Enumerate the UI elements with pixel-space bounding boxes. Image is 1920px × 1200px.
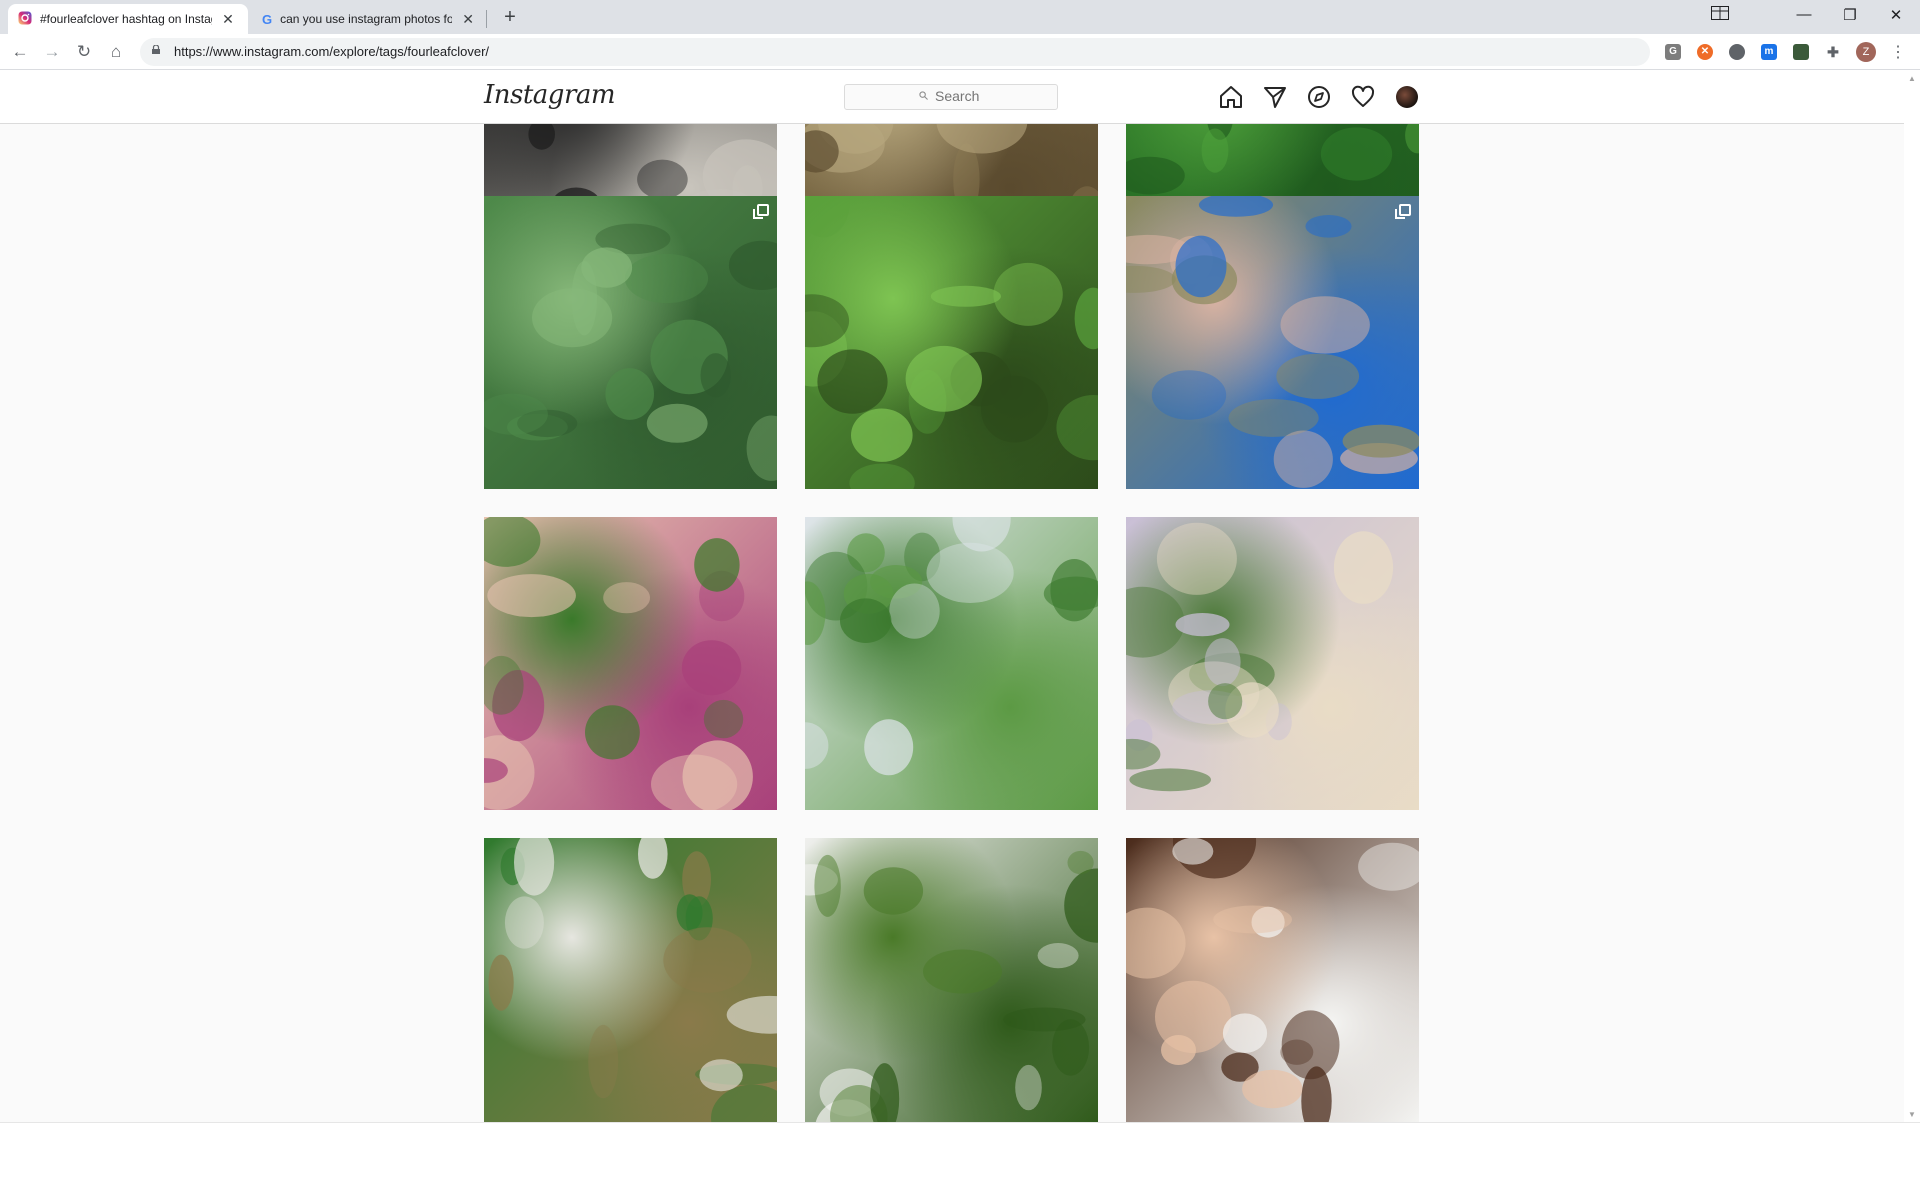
carousel-indicator-icon <box>753 204 769 219</box>
instagram-header: Instagram <box>0 70 1904 124</box>
hashtag-post-grid <box>0 124 1904 1122</box>
reload-icon[interactable]: ↻ <box>72 40 96 64</box>
post-clovers-in-hand[interactable] <box>484 517 777 810</box>
carousel-indicator-icon <box>1395 204 1411 219</box>
google-icon: G <box>262 11 273 27</box>
extension-icon-circle[interactable] <box>1729 44 1745 60</box>
browser-toolbar: ← → ↻ ⌂ https://www.instagram.com/explor… <box>0 34 1920 70</box>
explore-icon[interactable] <box>1306 84 1332 110</box>
post-image <box>1126 522 1394 792</box>
browser-menu-icon[interactable]: ⋮ <box>1890 42 1906 62</box>
scrollbar-thumb[interactable] <box>1908 110 1916 1030</box>
home-icon[interactable] <box>1218 84 1244 110</box>
search-box[interactable] <box>844 84 1058 110</box>
restore-button[interactable]: ❐ <box>1838 6 1862 24</box>
post-image <box>484 517 753 810</box>
tab-title: #fourleafclover hashtag on Instagram <box>40 12 212 26</box>
post-image <box>805 850 1098 1122</box>
profile-avatar[interactable] <box>1396 86 1418 108</box>
new-tab-button[interactable]: + <box>498 6 522 29</box>
search-icon <box>919 91 928 100</box>
grammarly-extension-icon[interactable]: G <box>1665 44 1681 60</box>
post-clover-patch[interactable] <box>484 196 777 489</box>
tab-divider <box>486 10 487 28</box>
extension-icon-blue[interactable]: m <box>1761 44 1777 60</box>
post-image <box>484 223 777 481</box>
post-image <box>1126 838 1419 1122</box>
tab-search-icon[interactable] <box>1708 6 1732 24</box>
post-clover-in-palm[interactable] <box>1126 517 1419 810</box>
url-text: https://www.instagram.com/explore/tags/f… <box>174 44 490 59</box>
minimize-button[interactable]: — <box>1792 6 1816 23</box>
activity-heart-icon[interactable] <box>1350 84 1376 110</box>
post-clovers-on-white[interactable] <box>805 517 1098 810</box>
post-image <box>805 517 1098 776</box>
lock-icon <box>152 45 160 54</box>
post-clover-leaves[interactable] <box>805 196 1098 489</box>
extensions-puzzle-icon[interactable]: ✚ <box>1825 44 1841 60</box>
close-tab-icon[interactable]: ✕ <box>460 11 476 28</box>
post-clover-bouquet[interactable] <box>484 838 777 1122</box>
search-input[interactable] <box>935 88 1045 104</box>
instagram-logo[interactable]: Instagram <box>484 80 616 110</box>
scroll-up-arrow-icon[interactable]: ▲ <box>1908 74 1916 83</box>
tab-instagram[interactable]: #fourleafclover hashtag on Instagram ✕ <box>8 4 248 34</box>
post-image <box>1126 196 1419 488</box>
tab-title: can you use instagram photos for <box>280 12 453 26</box>
address-bar[interactable]: https://www.instagram.com/explore/tags/f… <box>140 38 1650 66</box>
page-scrollbar[interactable]: ▲ ▼ <box>1904 70 1920 1122</box>
home-button-icon[interactable]: ⌂ <box>104 40 128 64</box>
post-image <box>805 196 1098 489</box>
scroll-down-arrow-icon[interactable]: ▼ <box>1908 1110 1916 1119</box>
direct-icon[interactable] <box>1262 84 1288 110</box>
post-clover-large-leaf[interactable] <box>805 838 1098 1122</box>
profile-avatar-button[interactable]: Z <box>1856 42 1876 62</box>
window-bottom-area <box>0 1122 1920 1200</box>
post-clover-pendant[interactable] <box>1126 838 1419 1122</box>
forward-arrow-icon[interactable]: → <box>40 40 64 64</box>
post-clover-fingers[interactable] <box>1126 196 1419 489</box>
post-image <box>488 838 777 1122</box>
browser-tab-bar: #fourleafclover hashtag on Instagram ✕ G… <box>0 0 1920 34</box>
tab-google[interactable]: G can you use instagram photos for ✕ <box>252 4 492 34</box>
close-tab-icon[interactable]: ✕ <box>220 11 236 28</box>
extension-icon-orange[interactable]: ✕ <box>1697 44 1713 60</box>
back-arrow-icon[interactable]: ← <box>8 40 32 64</box>
close-window-button[interactable]: ✕ <box>1884 6 1908 24</box>
extension-icon-green[interactable] <box>1793 44 1809 60</box>
instagram-icon <box>18 11 32 28</box>
